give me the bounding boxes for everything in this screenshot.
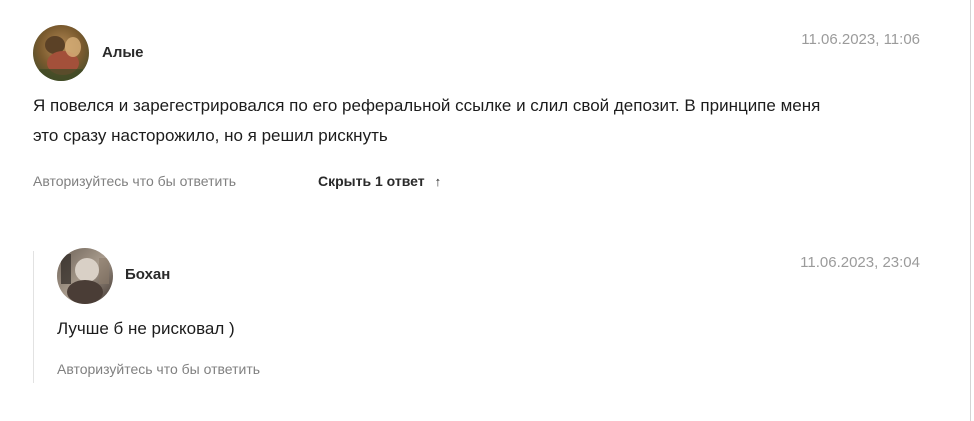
- arrow-up-icon: ↑: [434, 173, 442, 189]
- reply-author[interactable]: Бохан: [125, 266, 170, 283]
- reply-text: Лучше б не рисковал ): [57, 319, 235, 338]
- comment-text: Я повелся и зарегестрировался по его реф…: [33, 91, 933, 151]
- comment-text-line: Я повелся и зарегестрировался по его реф…: [33, 96, 821, 115]
- reply-thread-line: [33, 251, 34, 383]
- avatar[interactable]: [33, 25, 89, 81]
- login-to-reply-link[interactable]: Авторизуйтесь что бы ответить: [57, 361, 260, 377]
- avatar[interactable]: [57, 248, 113, 304]
- comment-author[interactable]: Алые: [102, 44, 144, 61]
- comment-date: 11.06.2023, 11:06: [801, 31, 920, 48]
- comment-text-line: это сразу насторожило, но я решил рискну…: [33, 126, 388, 145]
- hide-replies-button[interactable]: Скрыть 1 ответ ↑: [318, 173, 441, 189]
- scroll-divider: [970, 0, 971, 421]
- login-to-reply-link[interactable]: Авторизуйтесь что бы ответить: [33, 173, 236, 189]
- hide-replies-label: Скрыть 1 ответ: [318, 173, 425, 189]
- avatar-photo: [57, 248, 113, 304]
- reply-date: 11.06.2023, 23:04: [800, 254, 920, 271]
- avatar-photo: [33, 25, 89, 81]
